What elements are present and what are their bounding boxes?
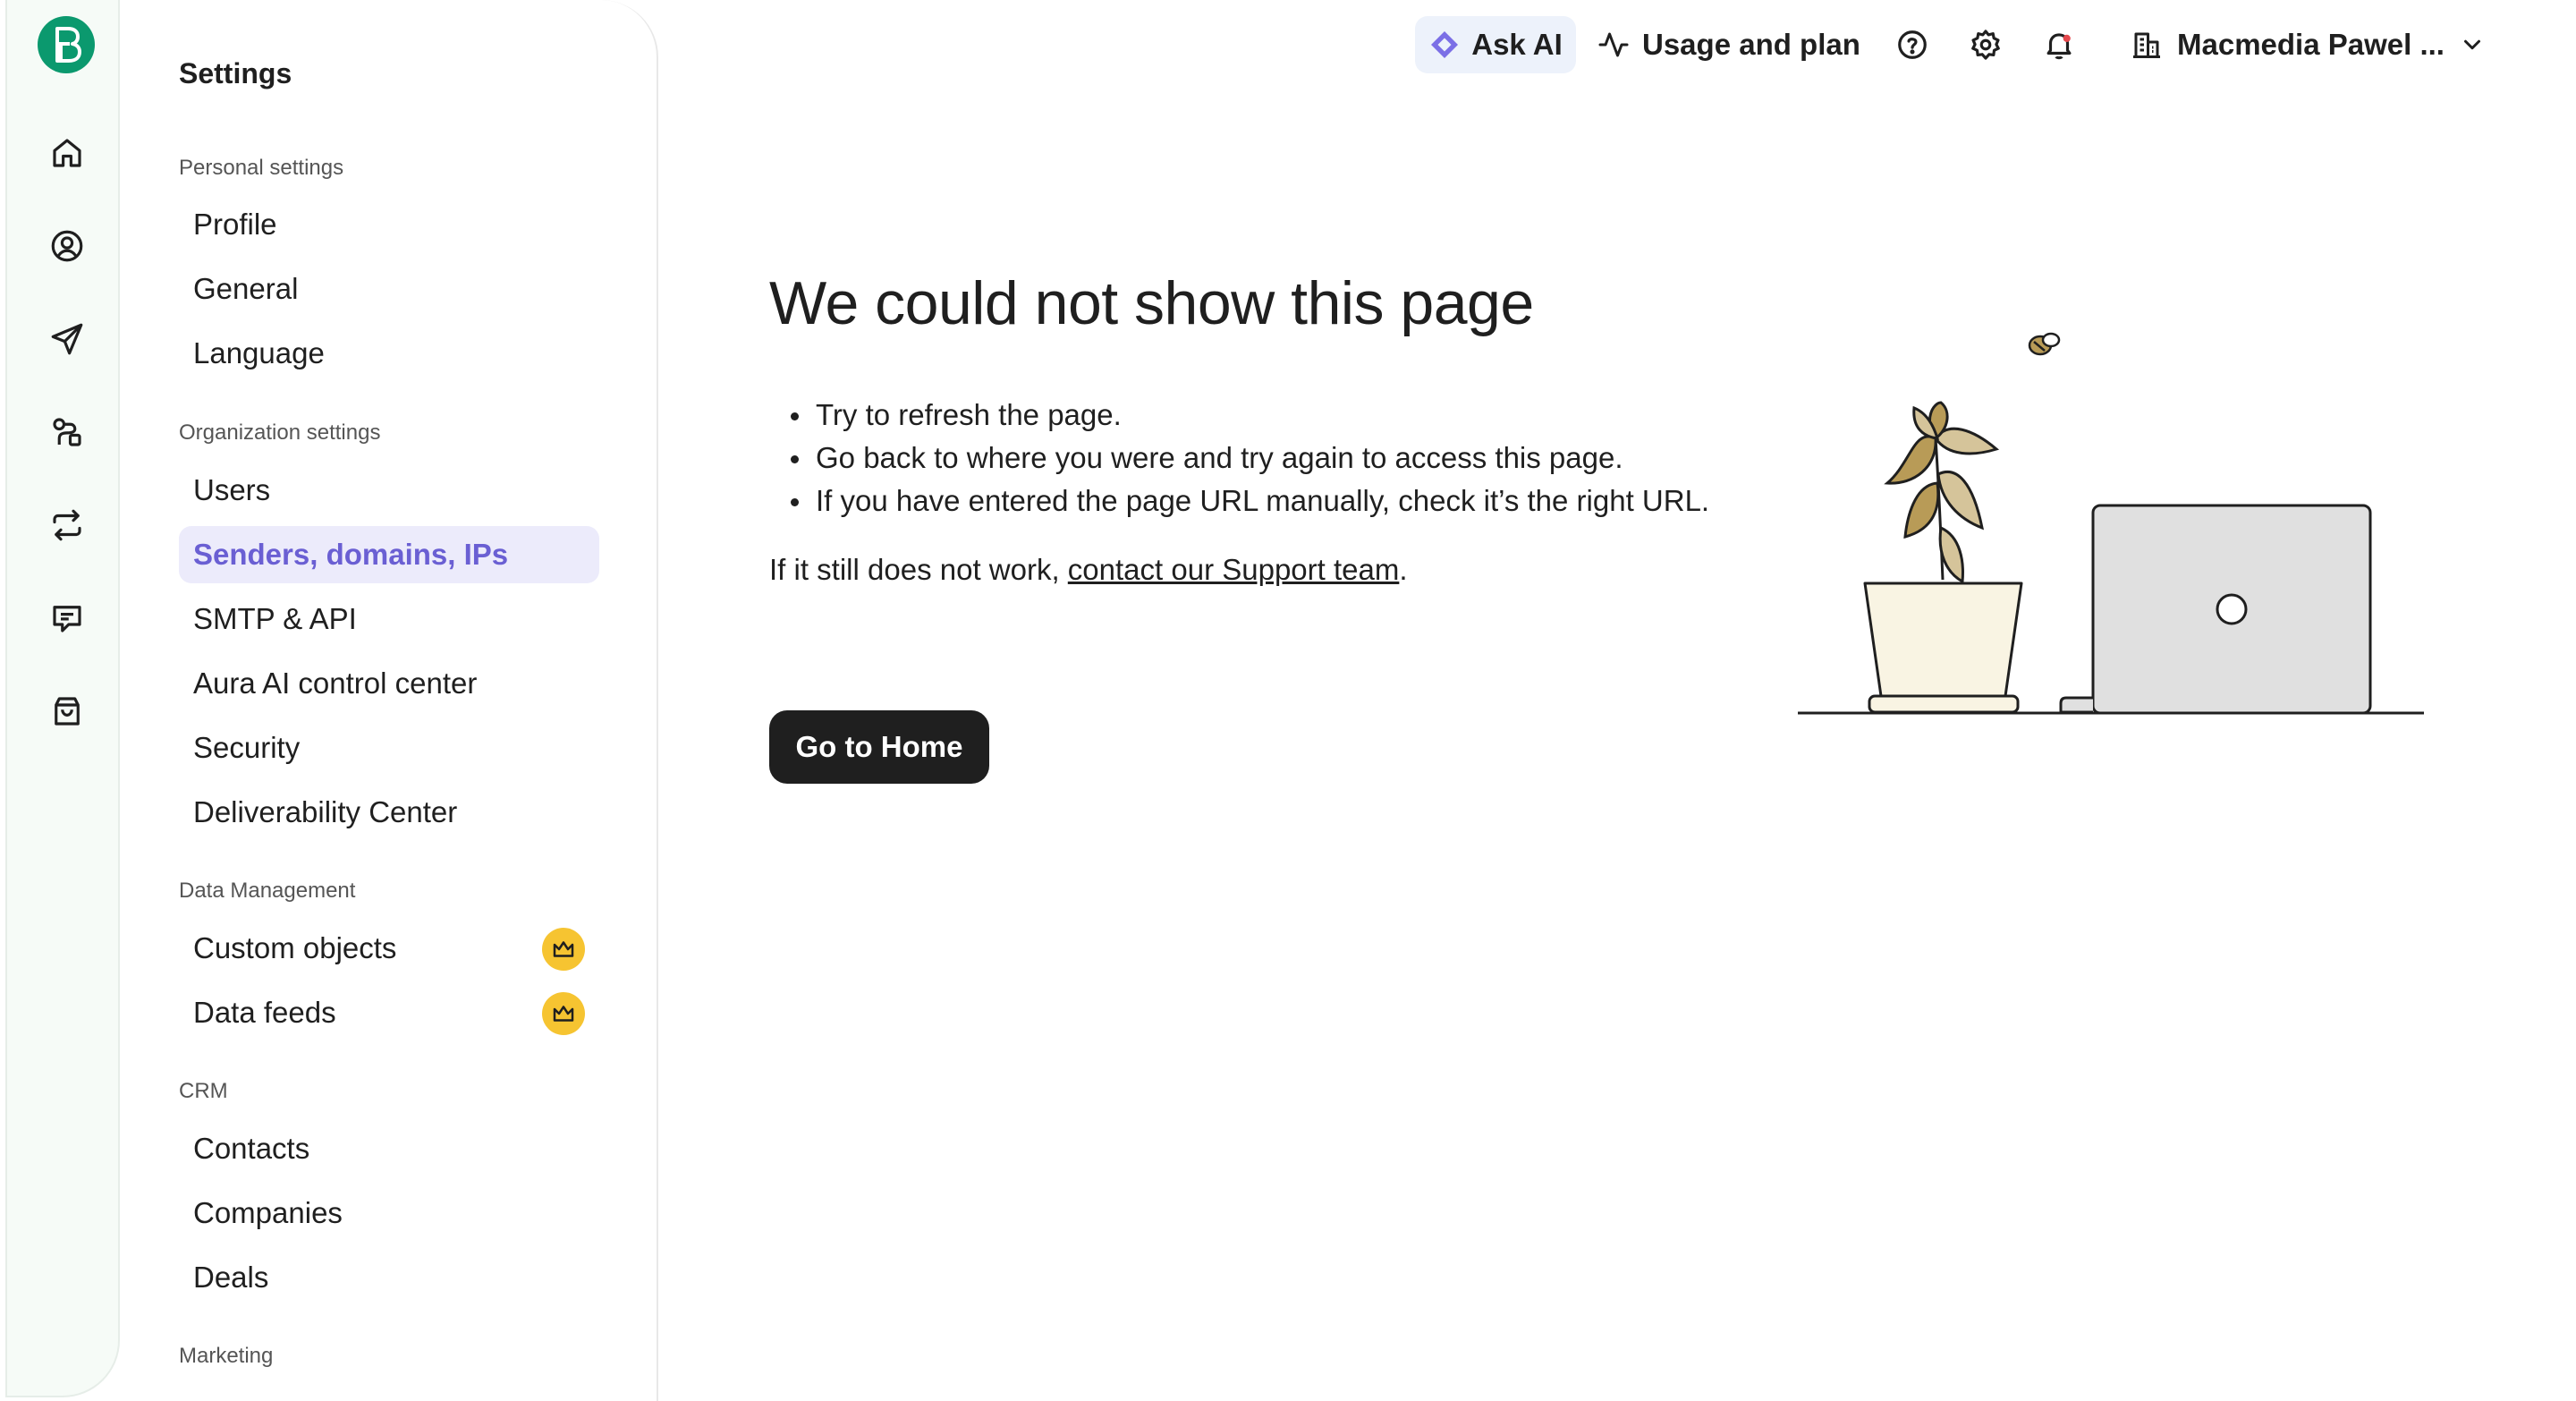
desk-plant-laptop-illustration <box>1798 332 2424 715</box>
error-title: We could not show this page <box>769 269 1534 337</box>
account-name: Macmedia Pawel ... <box>2177 28 2445 61</box>
sidebar-item-language[interactable]: Language <box>179 325 599 382</box>
sidebar-item-profile[interactable]: Profile <box>179 196 599 253</box>
list-item: Try to refresh the page. <box>791 394 1709 437</box>
sidebar-item-label: Aura AI control center <box>193 667 478 700</box>
sidebar-item-label: Senders, domains, IPs <box>193 538 509 571</box>
gear-icon[interactable] <box>1966 25 2005 64</box>
sidebar-item-smtp-api[interactable]: SMTP & API <box>179 590 599 648</box>
section-personal-settings: Personal settings <box>179 156 344 180</box>
sidebar-item-label: SMTP & API <box>193 602 357 635</box>
crown-icon <box>542 992 585 1035</box>
building-icon <box>2133 32 2160 58</box>
conversations-icon[interactable] <box>43 594 91 642</box>
shop-icon[interactable] <box>43 687 91 735</box>
sidebar-item-label: Language <box>193 336 325 369</box>
support-text-prefix: If it still does not work, <box>769 553 1068 586</box>
sidebar-item-label: General <box>193 272 299 305</box>
contacts-icon[interactable] <box>43 222 91 270</box>
sidebar-item-contacts[interactable]: Contacts <box>179 1120 599 1177</box>
campaigns-icon[interactable] <box>43 315 91 363</box>
ask-ai-button[interactable]: Ask AI <box>1415 16 1576 73</box>
settings-title: Settings <box>179 57 292 89</box>
sidebar-item-companies[interactable]: Companies <box>179 1184 599 1242</box>
automations-icon[interactable] <box>43 408 91 456</box>
ask-ai-label: Ask AI <box>1471 28 1563 61</box>
error-hints-list: Try to refresh the page. Go back to wher… <box>791 394 1709 522</box>
support-text-suffix: . <box>1399 553 1408 586</box>
activity-icon <box>1598 32 1629 57</box>
usage-and-plan-button[interactable]: Usage and plan <box>1597 16 1860 73</box>
notification-bell-icon[interactable] <box>2039 25 2079 64</box>
sidebar-item-security[interactable]: Security <box>179 719 599 777</box>
help-icon[interactable] <box>1893 25 1932 64</box>
list-item: If you have entered the page URL manuall… <box>791 480 1709 522</box>
go-to-home-button[interactable]: Go to Home <box>769 710 989 784</box>
sidebar-item-users[interactable]: Users <box>179 462 599 519</box>
home-icon[interactable] <box>43 129 91 177</box>
section-data-management: Data Management <box>179 879 356 903</box>
ai-sparkle-icon <box>1431 31 1459 58</box>
sidebar-item-senders-domains-ips[interactable]: Senders, domains, IPs <box>179 526 599 583</box>
sidebar-item-label: Custom objects <box>193 931 397 964</box>
sidebar-item-label: Companies <box>193 1196 343 1229</box>
brand-logo[interactable] <box>38 16 95 73</box>
icon-rail <box>5 0 120 1397</box>
sidebar-item-aura-ai[interactable]: Aura AI control center <box>179 655 599 712</box>
list-item: Go back to where you were and try again … <box>791 437 1709 480</box>
support-text: If it still does not work, contact our S… <box>769 553 1408 587</box>
transactional-icon[interactable] <box>43 501 91 549</box>
sidebar-item-label: Deliverability Center <box>193 795 458 828</box>
sidebar-item-deliverability[interactable]: Deliverability Center <box>179 784 599 841</box>
sidebar-item-label: Profile <box>193 208 277 241</box>
sidebar-item-custom-objects[interactable]: Custom objects <box>179 920 599 977</box>
logo-glyph-icon <box>55 27 81 63</box>
settings-sidebar: Settings Personal settings Profile Gener… <box>120 0 658 1401</box>
sidebar-item-label: Deals <box>193 1261 269 1294</box>
sidebar-item-label: Contacts <box>193 1132 310 1165</box>
crown-icon <box>542 928 585 971</box>
sidebar-item-label: Security <box>193 731 301 764</box>
contact-support-link[interactable]: contact our Support team <box>1068 553 1400 586</box>
usage-label: Usage and plan <box>1642 28 1860 61</box>
sidebar-item-data-feeds[interactable]: Data feeds <box>179 984 599 1041</box>
chevron-down-icon <box>2463 39 2480 50</box>
sidebar-item-label: Users <box>193 473 271 506</box>
section-marketing: Marketing <box>179 1344 274 1368</box>
top-bar: Ask AI Usage and plan Macmedia Pawel ... <box>658 0 2576 89</box>
sidebar-item-general[interactable]: General <box>179 260 599 318</box>
section-organization-settings: Organization settings <box>179 420 381 445</box>
account-menu[interactable]: Macmedia Pawel ... <box>2131 16 2486 73</box>
app-root: Settings Personal settings Profile Gener… <box>0 0 2576 1401</box>
sidebar-item-deals[interactable]: Deals <box>179 1249 599 1306</box>
sidebar-item-label: Data feeds <box>193 996 336 1029</box>
section-crm: CRM <box>179 1079 228 1103</box>
